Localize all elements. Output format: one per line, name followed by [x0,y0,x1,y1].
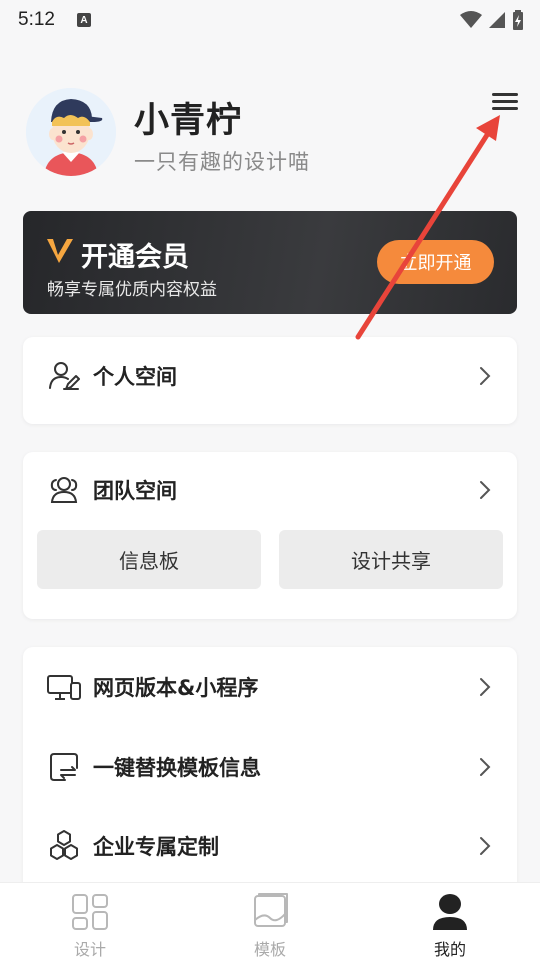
team-space-card: 团队空间 信息板 设计共享 [23,452,517,619]
list-item-label: 企业专属定制 [93,834,219,859]
tab-mine[interactable]: 我的 [360,883,540,960]
template-icon [254,893,288,927]
signal-icon [489,12,505,28]
personal-space-card: 个人空间 [23,337,517,424]
team-icon [47,473,81,507]
list-item-label: 网页版本&小程序 [93,676,259,700]
tab-design[interactable]: 设计 [0,883,180,960]
tab-label: 模板 [253,940,286,959]
chevron-right-icon [480,836,491,855]
battery-icon [513,10,523,30]
avatar[interactable] [26,88,116,176]
vip-logo-icon [47,239,73,263]
chevron-right-icon [480,757,491,776]
status-time: 5:12 [18,9,55,30]
chevron-right-icon [480,678,491,696]
tab-label: 设计 [73,940,106,959]
replace-icon [47,750,81,784]
user-icon [433,894,467,930]
status-bar: 5:12 A [0,0,540,40]
list-item-replace-template[interactable]: 一键替换模板信息 [23,727,517,806]
vip-title: 开通会员 [81,242,189,273]
grid-icon [72,894,108,930]
monitor-phone-icon [47,670,81,704]
tab-label: 我的 [433,940,466,959]
chevron-right-icon [480,367,491,385]
list-item-enterprise-custom[interactable]: 企业专属定制 [23,806,517,885]
vip-description: 畅享专属优质内容权益 [47,280,217,300]
profile-header: 小青柠 一只有趣的设计喵 [26,88,518,178]
info-board-button[interactable]: 信息板 [37,530,261,589]
personal-space-label: 个人空间 [93,365,177,389]
tab-templates[interactable]: 模板 [180,883,360,960]
vip-banner[interactable]: 开通会员 畅享专属优质内容权益 立即开通 [23,211,517,314]
wifi-icon [460,11,482,28]
team-space-row[interactable]: 团队空间 [23,452,517,528]
hexagons-icon [47,829,81,863]
list-item-label: 一键替换模板信息 [93,755,261,780]
profile-slogan: 一只有趣的设计喵 [134,150,310,174]
team-space-buttons: 信息板 设计共享 [23,530,517,589]
feature-list-card: 网页版本&小程序 一键替换模板信息 企业专属定制 [23,647,517,897]
hamburger-menu-button[interactable] [490,88,520,114]
open-membership-button[interactable]: 立即开通 [377,240,494,284]
avatar-boy-icon [26,88,116,176]
bottom-tab-bar: 设计 模板 我的 [0,882,540,960]
chevron-right-icon [480,481,491,499]
menu-icon [492,93,518,110]
personal-space-row[interactable]: 个人空间 [23,337,517,415]
team-space-label: 团队空间 [93,479,177,503]
notification-icon: A [76,13,91,27]
profile-name: 小青柠 [134,101,243,141]
list-item-web-version[interactable]: 网页版本&小程序 [23,647,517,727]
status-icons [460,10,524,30]
design-share-button[interactable]: 设计共享 [279,530,503,589]
user-edit-icon [47,359,81,393]
